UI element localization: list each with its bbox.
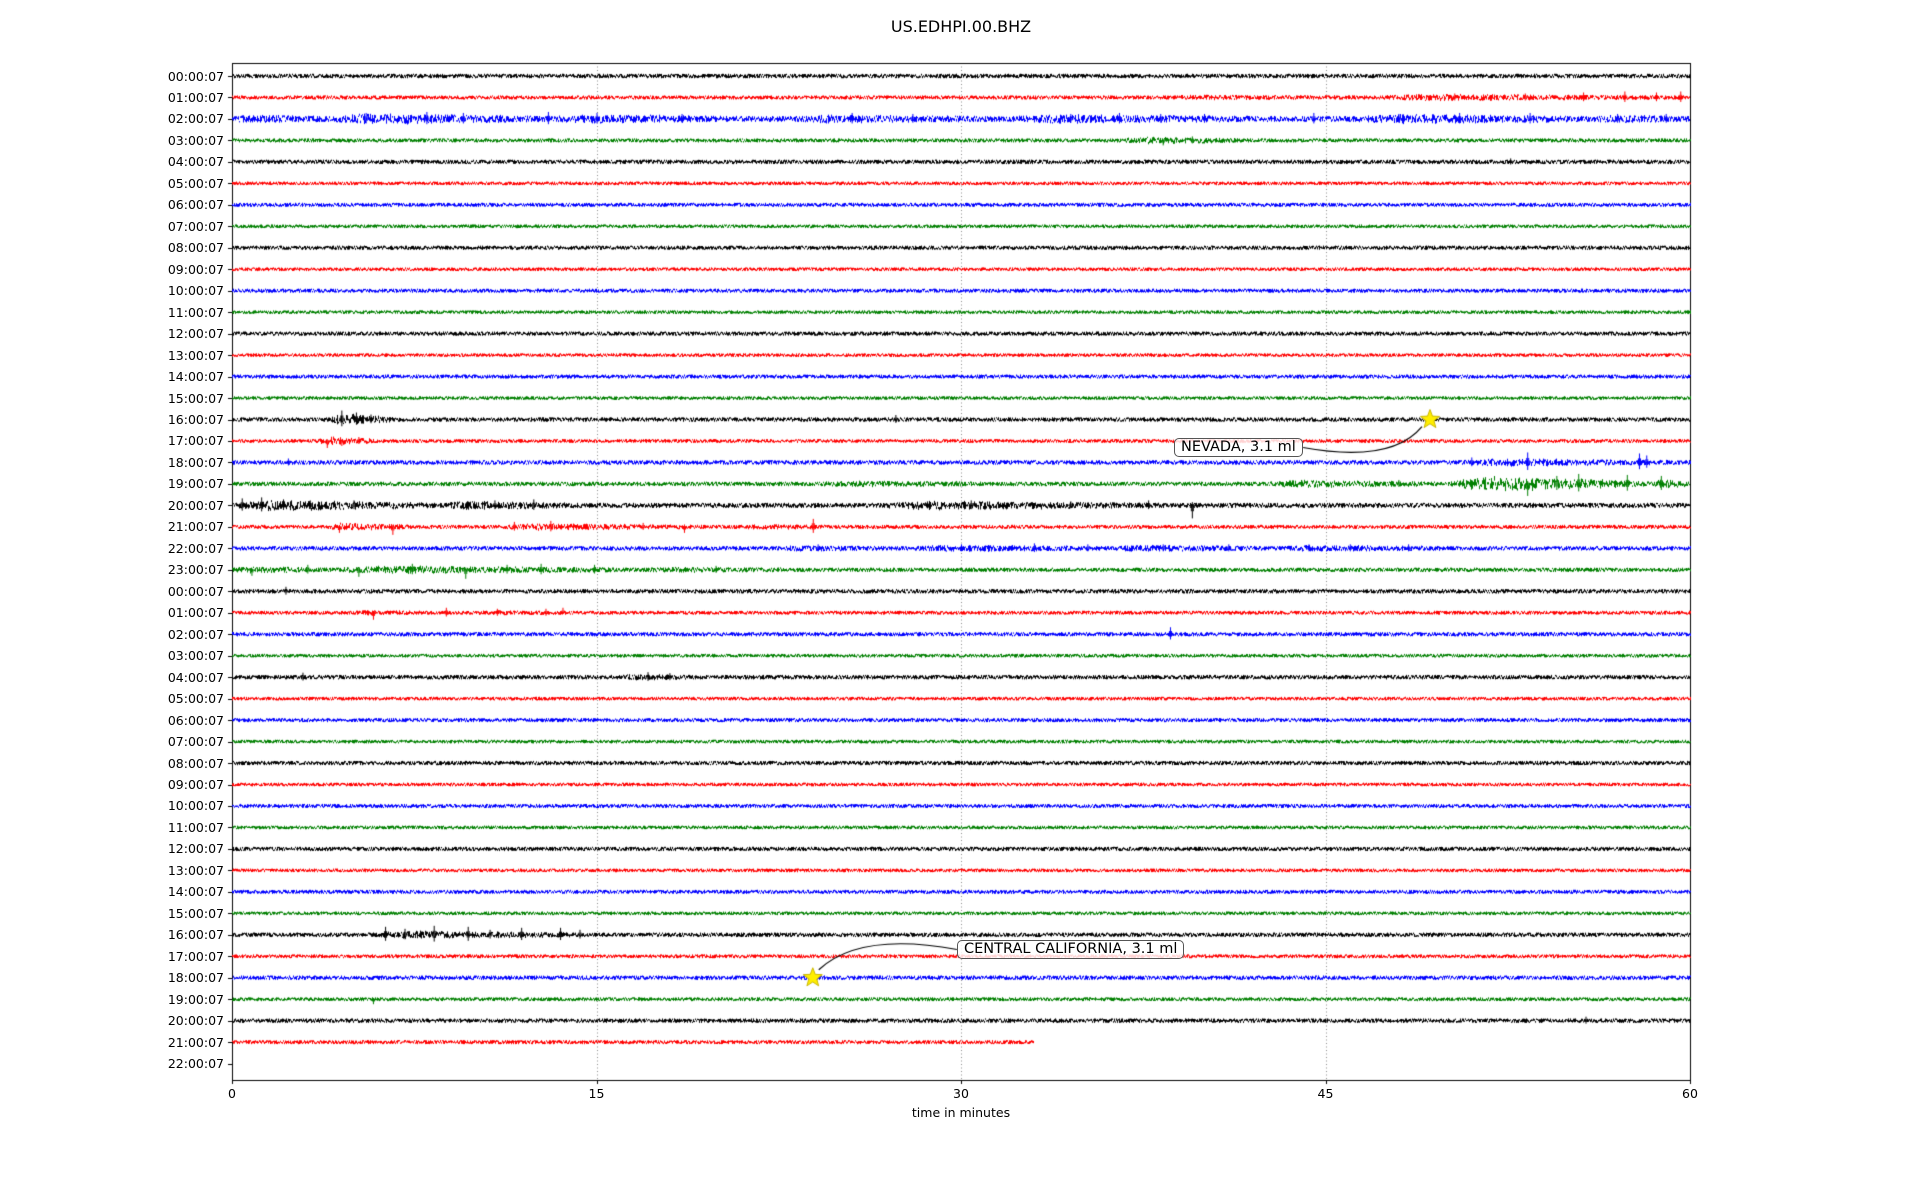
row-label: 06:00:07 (167, 197, 224, 213)
annotation-central-california: CENTRAL CALIFORNIA, 3.1 ml (957, 940, 1185, 959)
row-label: 13:00:07 (167, 862, 224, 878)
seismogram-page: US.EDHPI.00.BHZ 00:00:07 01:00:07 02:00:07… (0, 0, 1920, 1200)
row-label: 14:00:07 (167, 884, 224, 900)
annotation-nevada: NEVADA, 3.1 ml (1174, 438, 1303, 457)
row-label: 10:00:07 (167, 283, 224, 299)
row-label: 00:00:07 (167, 583, 224, 599)
row-label: 11:00:07 (167, 819, 224, 835)
x-tick-label: 15 (588, 1086, 605, 1101)
row-label: 08:00:07 (167, 240, 224, 256)
row-label: 11:00:07 (167, 304, 224, 320)
row-label: 15:00:07 (167, 905, 224, 921)
row-label: 08:00:07 (167, 755, 224, 771)
row-label: 05:00:07 (167, 175, 224, 191)
row-label: 13:00:07 (167, 347, 224, 363)
row-label: 22:00:07 (167, 540, 224, 556)
row-label: 10:00:07 (167, 798, 224, 814)
row-label: 12:00:07 (167, 841, 224, 857)
x-axis-label: time in minutes (911, 1105, 1011, 1120)
row-label: 20:00:07 (167, 497, 224, 513)
row-label: 19:00:07 (167, 991, 224, 1007)
row-label: 21:00:07 (167, 1034, 224, 1050)
x-tick-label: 60 (1682, 1086, 1698, 1101)
chart-title: US.EDHPI.00.BHZ (890, 17, 1032, 36)
row-label: 22:00:07 (167, 1056, 224, 1072)
row-label: 02:00:07 (167, 626, 224, 642)
row-label: 06:00:07 (167, 712, 224, 728)
row-label: 15:00:07 (167, 390, 224, 406)
row-label: 03:00:07 (167, 132, 224, 148)
row-label: 12:00:07 (167, 326, 224, 342)
row-label: 09:00:07 (167, 777, 224, 792)
row-label: 23:00:07 (167, 562, 224, 578)
row-label: 07:00:07 (167, 734, 224, 750)
row-label: 14:00:07 (167, 369, 224, 385)
row-label: 04:00:07 (167, 669, 224, 685)
row-label: 01:00:07 (167, 89, 224, 105)
row-label: 16:00:07 (167, 927, 224, 943)
row-label: 01:00:07 (167, 605, 224, 621)
row-label: 21:00:07 (167, 519, 224, 535)
row-label: 05:00:07 (167, 691, 224, 707)
row-label: 20:00:07 (167, 1013, 224, 1029)
row-label: 07:00:07 (167, 218, 224, 234)
row-label: 02:00:07 (167, 111, 224, 127)
row-label: 03:00:07 (167, 648, 224, 664)
x-tick-label: 45 (1317, 1086, 1334, 1101)
row-label: 09:00:07 (167, 261, 224, 277)
x-tick-label: 30 (953, 1086, 969, 1101)
row-label: 17:00:07 (167, 433, 224, 449)
row-label: 18:00:07 (167, 970, 224, 986)
seismogram-canvas (0, 0, 1920, 1200)
row-label: 19:00:07 (167, 476, 224, 492)
row-label: 04:00:07 (167, 154, 224, 170)
row-label: 16:00:07 (167, 412, 224, 428)
row-label: 17:00:07 (167, 948, 224, 964)
row-label: 18:00:07 (167, 454, 224, 470)
row-label: 00:00:07 (167, 68, 224, 84)
x-tick-label: 0 (228, 1086, 236, 1101)
